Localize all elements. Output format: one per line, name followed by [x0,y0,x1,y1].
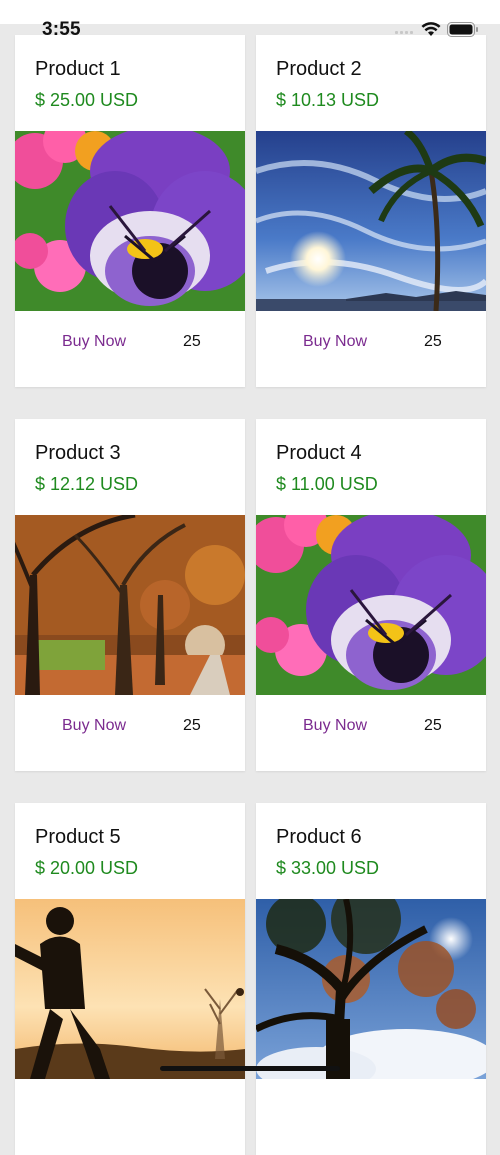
product-title: Product 1 [35,58,121,80]
product-image [15,899,245,1079]
cellular-signal-icon [395,31,413,34]
product-card: Product 6 $ 33.00 USD [256,803,486,1155]
buy-now-button[interactable]: Buy Now [303,717,367,735]
product-title: Product 4 [276,442,362,464]
product-quantity: 25 [183,333,201,350]
product-title: Product 6 [276,826,362,848]
product-card: Product 5 $ 20.00 USD [15,803,245,1155]
home-indicator[interactable] [160,1066,340,1071]
product-card: Product 3 $ 12.12 USD Buy Now 25 [15,419,245,771]
product-card: Product 2 $ 10.13 USD Buy Now 25 [256,35,486,387]
buy-now-button[interactable]: Buy Now [62,717,126,735]
product-title: Product 2 [276,58,362,80]
product-card: Product 4 $ 11.00 USD Buy Now 25 [256,419,486,771]
product-price: $ 25.00 USD [35,90,139,110]
product-title: Product 5 [35,826,121,848]
product-price: $ 11.00 USD [276,474,378,494]
product-price: $ 20.00 USD [35,858,139,878]
product-image [256,899,486,1079]
product-price: $ 10.13 USD [276,90,380,110]
product-quantity: 25 [424,333,442,350]
product-quantity: 25 [183,717,201,734]
product-image [15,131,245,311]
product-price: $ 12.12 USD [35,474,139,494]
product-title: Product 3 [35,442,121,464]
product-image [256,131,486,311]
wifi-icon [421,21,441,42]
product-price: $ 33.00 USD [276,858,380,878]
buy-now-button[interactable]: Buy Now [303,333,367,351]
product-image [15,515,245,695]
buy-now-button[interactable]: Buy Now [62,333,126,351]
battery-icon [447,22,479,43]
product-image [256,515,486,695]
product-quantity: 25 [424,717,442,734]
status-time: 3:55 [42,19,81,40]
product-card: Product 1 $ 25.00 USD Buy Now 25 [15,35,245,387]
